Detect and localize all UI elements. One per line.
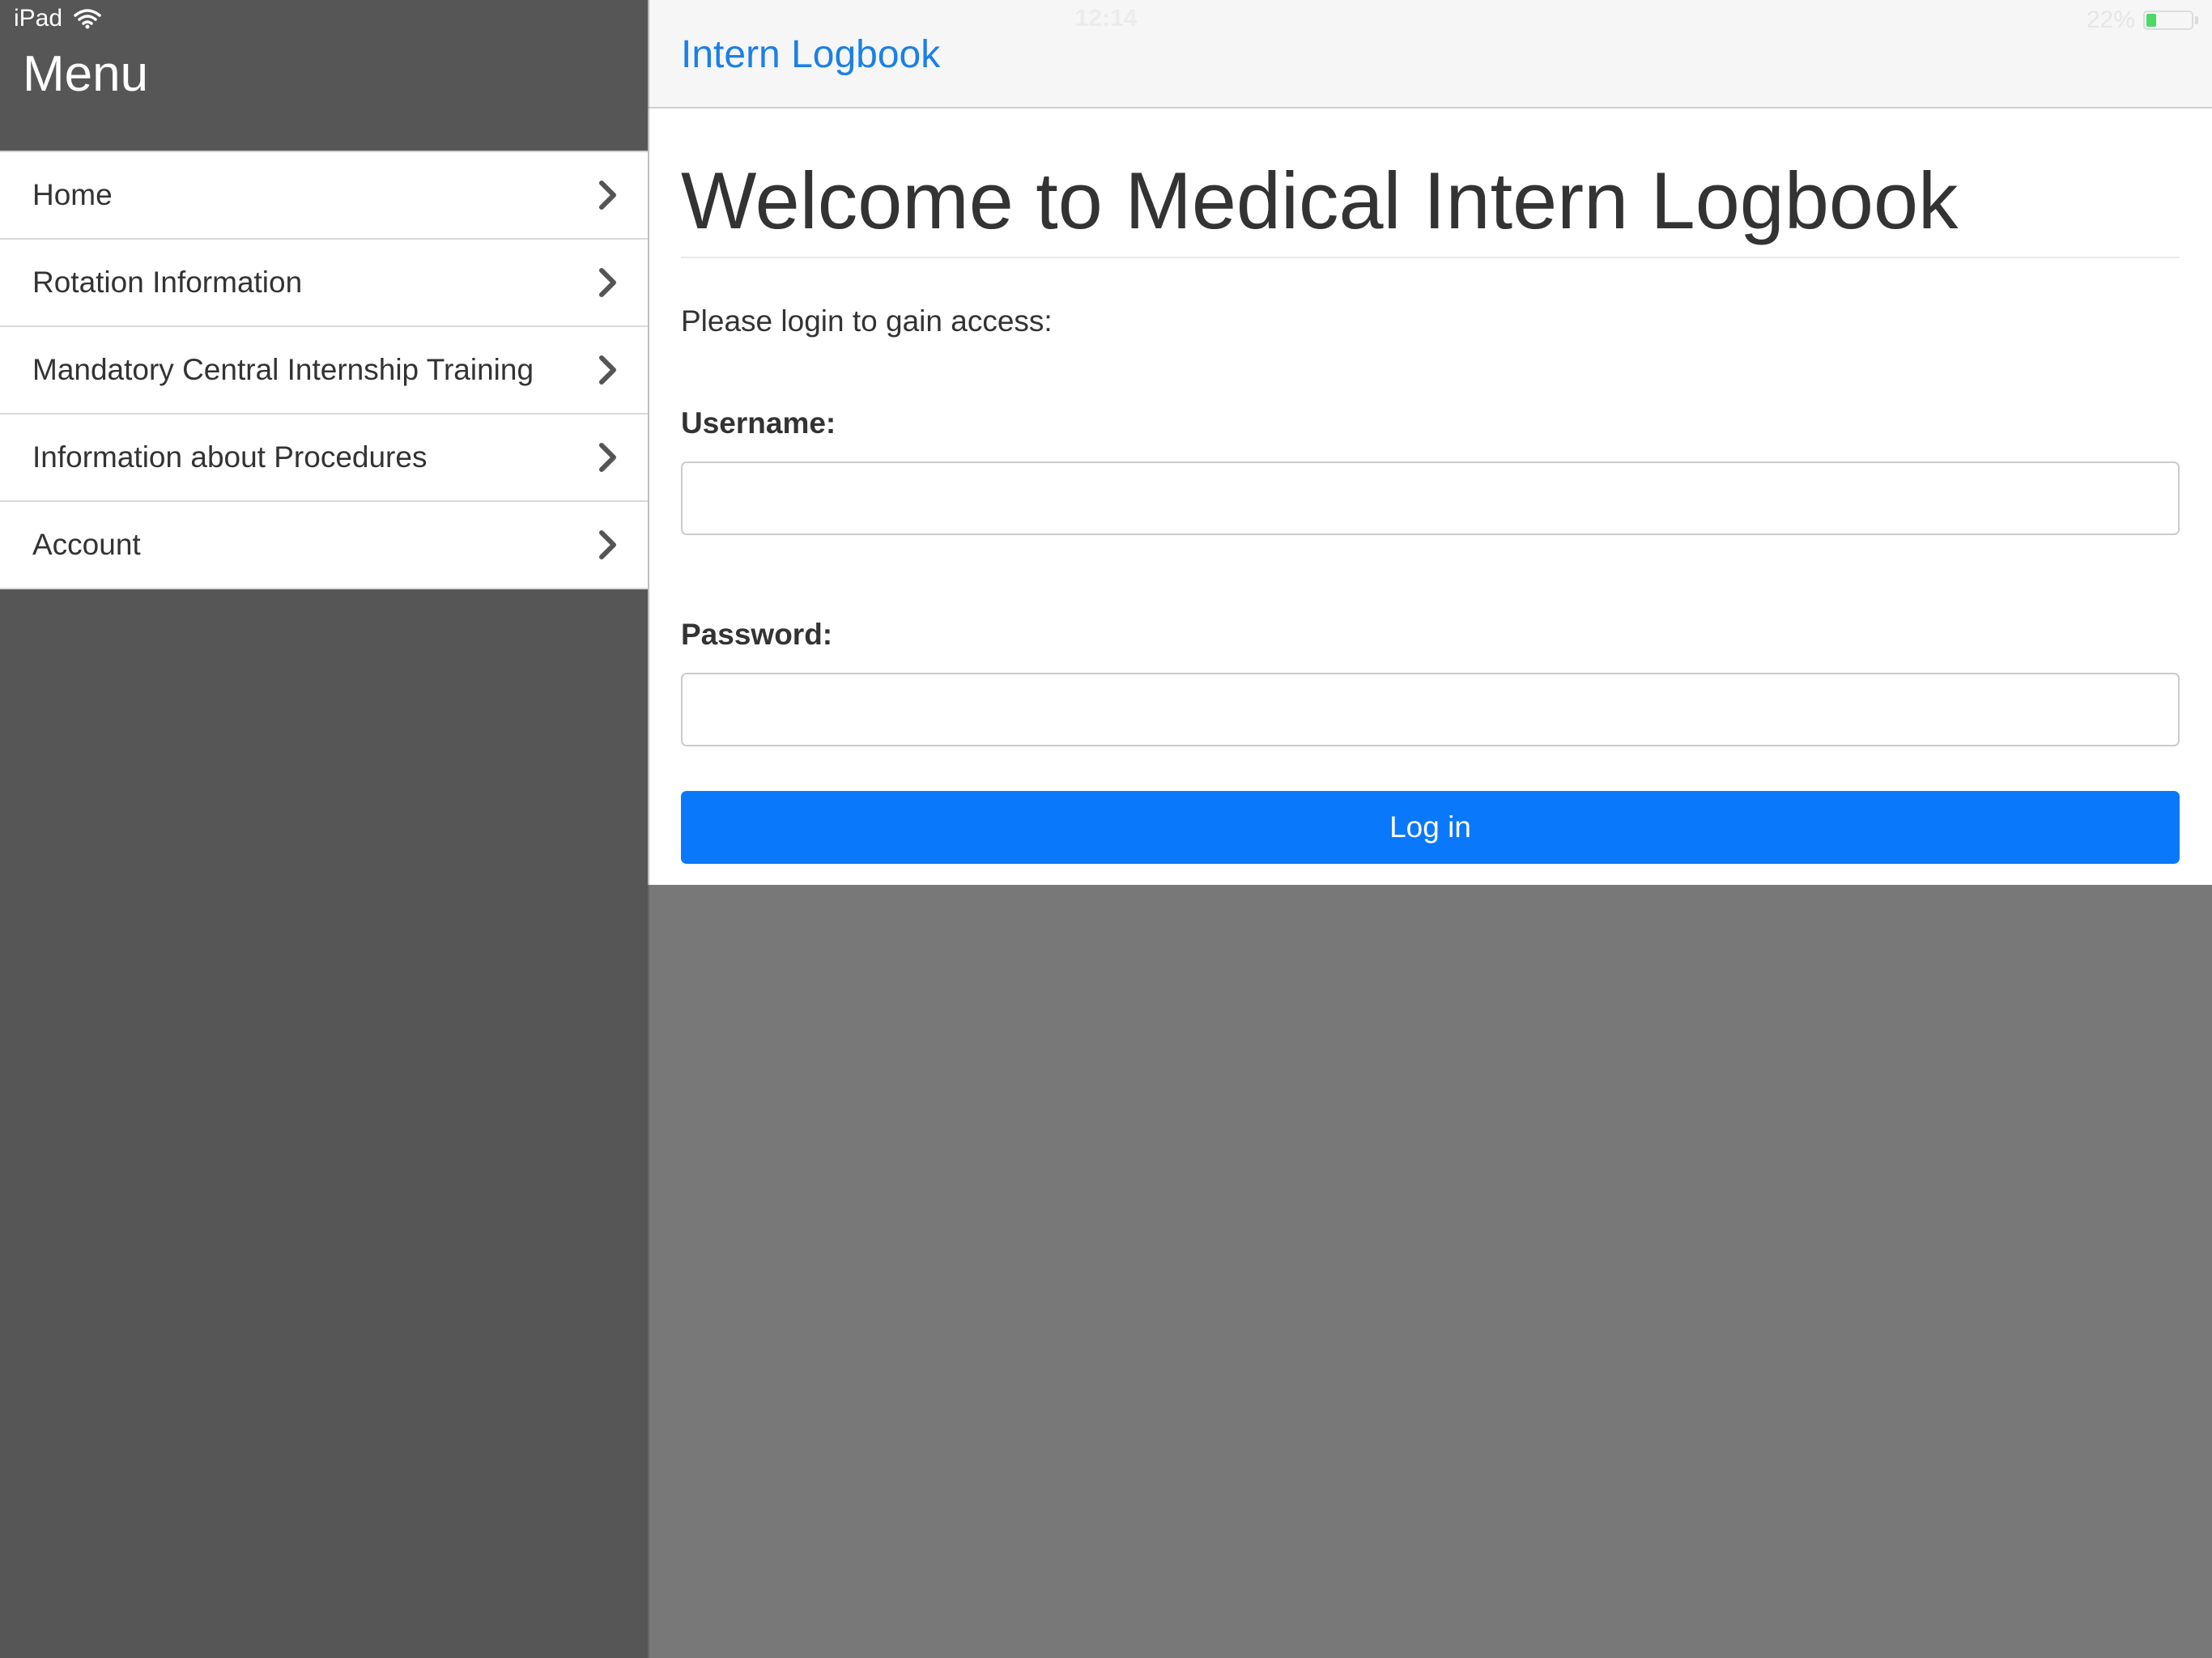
- sidebar-item-label: Mandatory Central Internship Training: [32, 353, 534, 386]
- battery-cap: [2195, 16, 2198, 24]
- chevron-right-icon: [599, 268, 616, 297]
- password-label: Password:: [681, 618, 833, 651]
- login-button[interactable]: Log in: [681, 791, 2180, 864]
- password-field[interactable]: [681, 673, 2180, 746]
- chevron-right-icon: [599, 181, 616, 210]
- main-panel: Intern Logbook Welcome to Medical Intern…: [648, 0, 2212, 1658]
- divider: [681, 257, 2180, 258]
- sidebar: Menu Home Rotation Information Mandatory…: [0, 0, 648, 1658]
- username-field[interactable]: [681, 461, 2180, 535]
- status-bar: iPad 12:14 22%: [0, 0, 2212, 45]
- username-label: Username:: [681, 406, 836, 440]
- menu-list: Home Rotation Information Mandatory Cent…: [0, 151, 648, 589]
- status-time: 12:14: [1074, 5, 1138, 32]
- chevron-right-icon: [599, 443, 616, 472]
- sidebar-item-account[interactable]: Account: [0, 502, 648, 589]
- status-bar-right: 22%: [2087, 6, 2198, 34]
- sidebar-item-label: Rotation Information: [32, 266, 303, 299]
- sidebar-title: Menu: [23, 46, 149, 102]
- chevron-right-icon: [599, 355, 616, 385]
- page-title: Welcome to Medical Intern Logbook: [681, 155, 1959, 245]
- sidebar-item-mandatory-training[interactable]: Mandatory Central Internship Training: [0, 327, 648, 414]
- panel-divider: [648, 0, 649, 1658]
- sidebar-item-procedures[interactable]: Information about Procedures: [0, 414, 648, 502]
- sidebar-item-label: Information about Procedures: [32, 440, 428, 474]
- sidebar-item-home[interactable]: Home: [0, 152, 648, 240]
- chevron-right-icon: [599, 530, 616, 559]
- sidebar-item-label: Account: [32, 528, 141, 561]
- login-content: Welcome to Medical Intern Logbook Please…: [648, 108, 2212, 885]
- sidebar-item-rotation-information[interactable]: Rotation Information: [0, 240, 648, 327]
- battery-icon: [2143, 11, 2193, 30]
- sidebar-item-label: Home: [32, 178, 113, 211]
- battery-level: [2146, 14, 2156, 27]
- battery-percent: 22%: [2086, 6, 2135, 33]
- intro-text: Please login to gain access:: [681, 304, 1053, 338]
